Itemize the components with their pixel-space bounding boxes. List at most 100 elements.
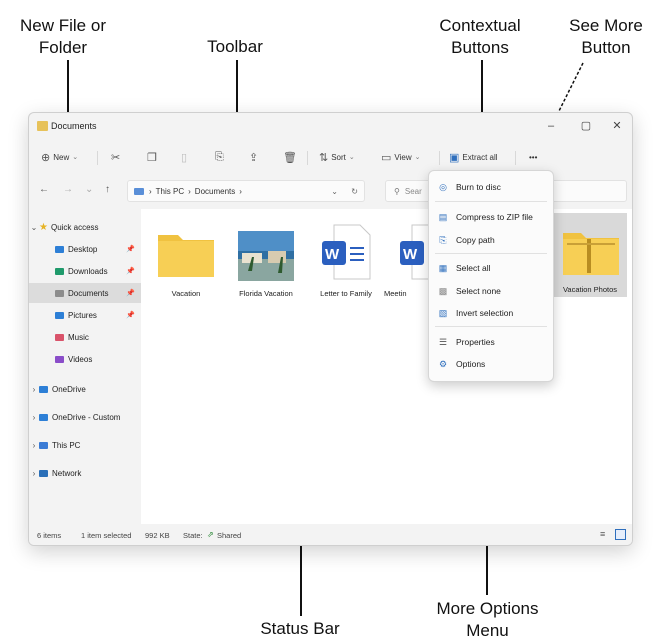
sidebar-item-music[interactable]: Music [29,327,141,347]
menu-divider [435,201,547,202]
view-label: View [394,152,412,162]
folder-icon [158,235,214,277]
sidebar-label: Videos [68,354,93,364]
sidebar-item-pictures[interactable]: Pictures 📌 [29,305,141,325]
pin-icon: 📌 [126,246,135,253]
chevron-down-icon: ⌄ [414,154,421,161]
chevron-down-icon[interactable]: ⌄ [331,187,338,196]
menu-item-label: Select none [456,286,501,296]
scissors-icon: ✂ [111,151,121,164]
sidebar-item-quick-access[interactable]: ⌄ ★ Quick access [29,217,141,237]
delete-button[interactable]: 🗑 [283,149,297,165]
sidebar-item-network[interactable]: › Network [29,463,141,483]
share-button[interactable]: ⇪ [249,149,258,165]
toolbar-divider [515,151,516,165]
menu-item-invert-selection[interactable]: ▧ Invert selection [429,303,553,323]
sidebar-item-videos[interactable]: Videos [29,349,141,369]
refresh-icon[interactable]: ↻ [351,187,358,196]
menu-item-properties[interactable]: ☰ Properties [429,332,553,352]
maximize-button[interactable]: ▢ [576,118,596,134]
file-name: Vacation Photos [562,285,618,294]
chevron-down-icon: ⌄ [72,154,79,161]
sidebar-item-onedrive-custom[interactable]: › OneDrive - Custom [29,407,141,427]
minimize-button[interactable]: – [541,118,561,134]
extract-all-button[interactable]: ▣ Extract all [449,149,498,165]
forward-icon[interactable]: → [63,184,73,195]
svg-text:W: W [403,246,418,263]
paste-button[interactable]: ▯ [181,149,187,165]
menu-item-label: Burn to disc [456,182,501,192]
copy-icon: ❐ [147,151,157,164]
sidebar-label: OneDrive [52,384,86,394]
copy-path-icon: ⎘ [439,234,447,245]
toolbar-divider [97,151,98,165]
file-name: Letter to Family [320,289,372,298]
invert-selection-icon: ▧ [438,307,448,318]
sidebar-label: This PC [52,440,81,450]
rename-button[interactable]: ⎘ [215,149,224,165]
back-icon[interactable]: ← [39,184,49,195]
menu-item-burn-to-disc[interactable]: ◎ Burn to disc [429,177,553,197]
view-button[interactable]: ▭ View ⌄ [381,149,420,165]
chevron-down-icon: ⌄ [30,222,38,232]
sidebar-item-documents[interactable]: Documents 📌 [29,283,141,303]
sort-button[interactable]: ⇅ Sort ⌄ [319,149,355,165]
sidebar-label: Desktop [68,244,98,254]
address-bar[interactable]: › This PC › Documents › ⌄ ↻ [127,180,365,202]
selection-count: 1 item selected [81,531,132,540]
breadcrumb-documents[interactable]: Documents [195,187,235,196]
copy-button[interactable]: ❐ [147,149,157,165]
selection-size: 992 KB [145,531,170,540]
sidebar-label: OneDrive - Custom [52,412,121,422]
address-separator: › [239,186,242,196]
see-more-button[interactable]: ••• [529,149,537,165]
extract-icon: ▣ [449,151,460,164]
sidebar-item-downloads[interactable]: Downloads 📌 [29,261,141,281]
chevron-down-icon: ⌄ [348,154,355,161]
sidebar-item-this-pc[interactable]: › This PC [29,435,141,455]
zip-folder-icon [563,233,619,275]
address-icon [134,187,144,195]
menu-item-select-all[interactable]: ▦ Select all [429,258,553,278]
callout-more-options-line1: More Options [436,599,539,618]
select-none-icon: ▩ [438,285,448,296]
sidebar-label: Music [68,332,89,342]
tiles-view-icon[interactable] [615,529,626,540]
recent-chevron-icon[interactable]: ⌄ [85,184,93,195]
cut-button[interactable]: ✂ [111,149,120,165]
menu-item-compress-zip[interactable]: ▤ Compress to ZIP file [429,207,553,227]
menu-item-label: Properties [456,337,495,347]
rename-icon: ⎘ [215,150,224,163]
state-label: State: [183,531,203,540]
up-icon[interactable]: ↑ [105,184,110,195]
sort-icon: ⇅ [319,151,329,164]
title-bar: Documents – ▢ ✕ [29,113,632,141]
menu-item-label: Copy path [456,235,495,245]
trash-icon: 🗑 [283,151,297,164]
photo-thumbnail [238,231,294,281]
chevron-right-icon: › [32,440,36,450]
navigation-pane: ⌄ ★ Quick access Desktop 📌 Downloads 📌 D… [29,209,141,524]
toolbar-divider [439,151,440,165]
videos-icon [55,355,64,363]
menu-item-select-none[interactable]: ▩ Select none [429,281,553,301]
zip-icon: ▤ [438,211,448,222]
close-button[interactable]: ✕ [607,118,627,134]
menu-item-copy-path[interactable]: ⎘ Copy path [429,230,553,250]
file-item-selected[interactable]: Vacation Photos [553,213,627,297]
breadcrumb-this-pc[interactable]: This PC [156,187,184,196]
sidebar-item-desktop[interactable]: Desktop 📌 [29,239,141,259]
pin-icon: 📌 [126,312,135,319]
file-name: Vacation [171,289,201,298]
menu-divider [435,253,547,254]
toolbar: ⊕ New ⌄ ✂ ❐ ▯ ⎘ ⇪ 🗑 ⇅ Sort ⌄ ▭ View ⌄ ▣ … [29,141,632,173]
more-icon: ••• [529,152,538,162]
word-document-icon: W [322,224,371,280]
share-icon: ⇪ [249,151,259,164]
menu-item-options[interactable]: ⚙ Options [429,354,553,374]
options-icon: ⚙ [438,358,448,369]
new-button[interactable]: ⊕ New ⌄ [41,149,78,165]
sidebar-item-onedrive[interactable]: › OneDrive [29,379,141,399]
new-label: New [53,152,70,162]
details-view-icon[interactable]: ≡ [600,529,605,539]
